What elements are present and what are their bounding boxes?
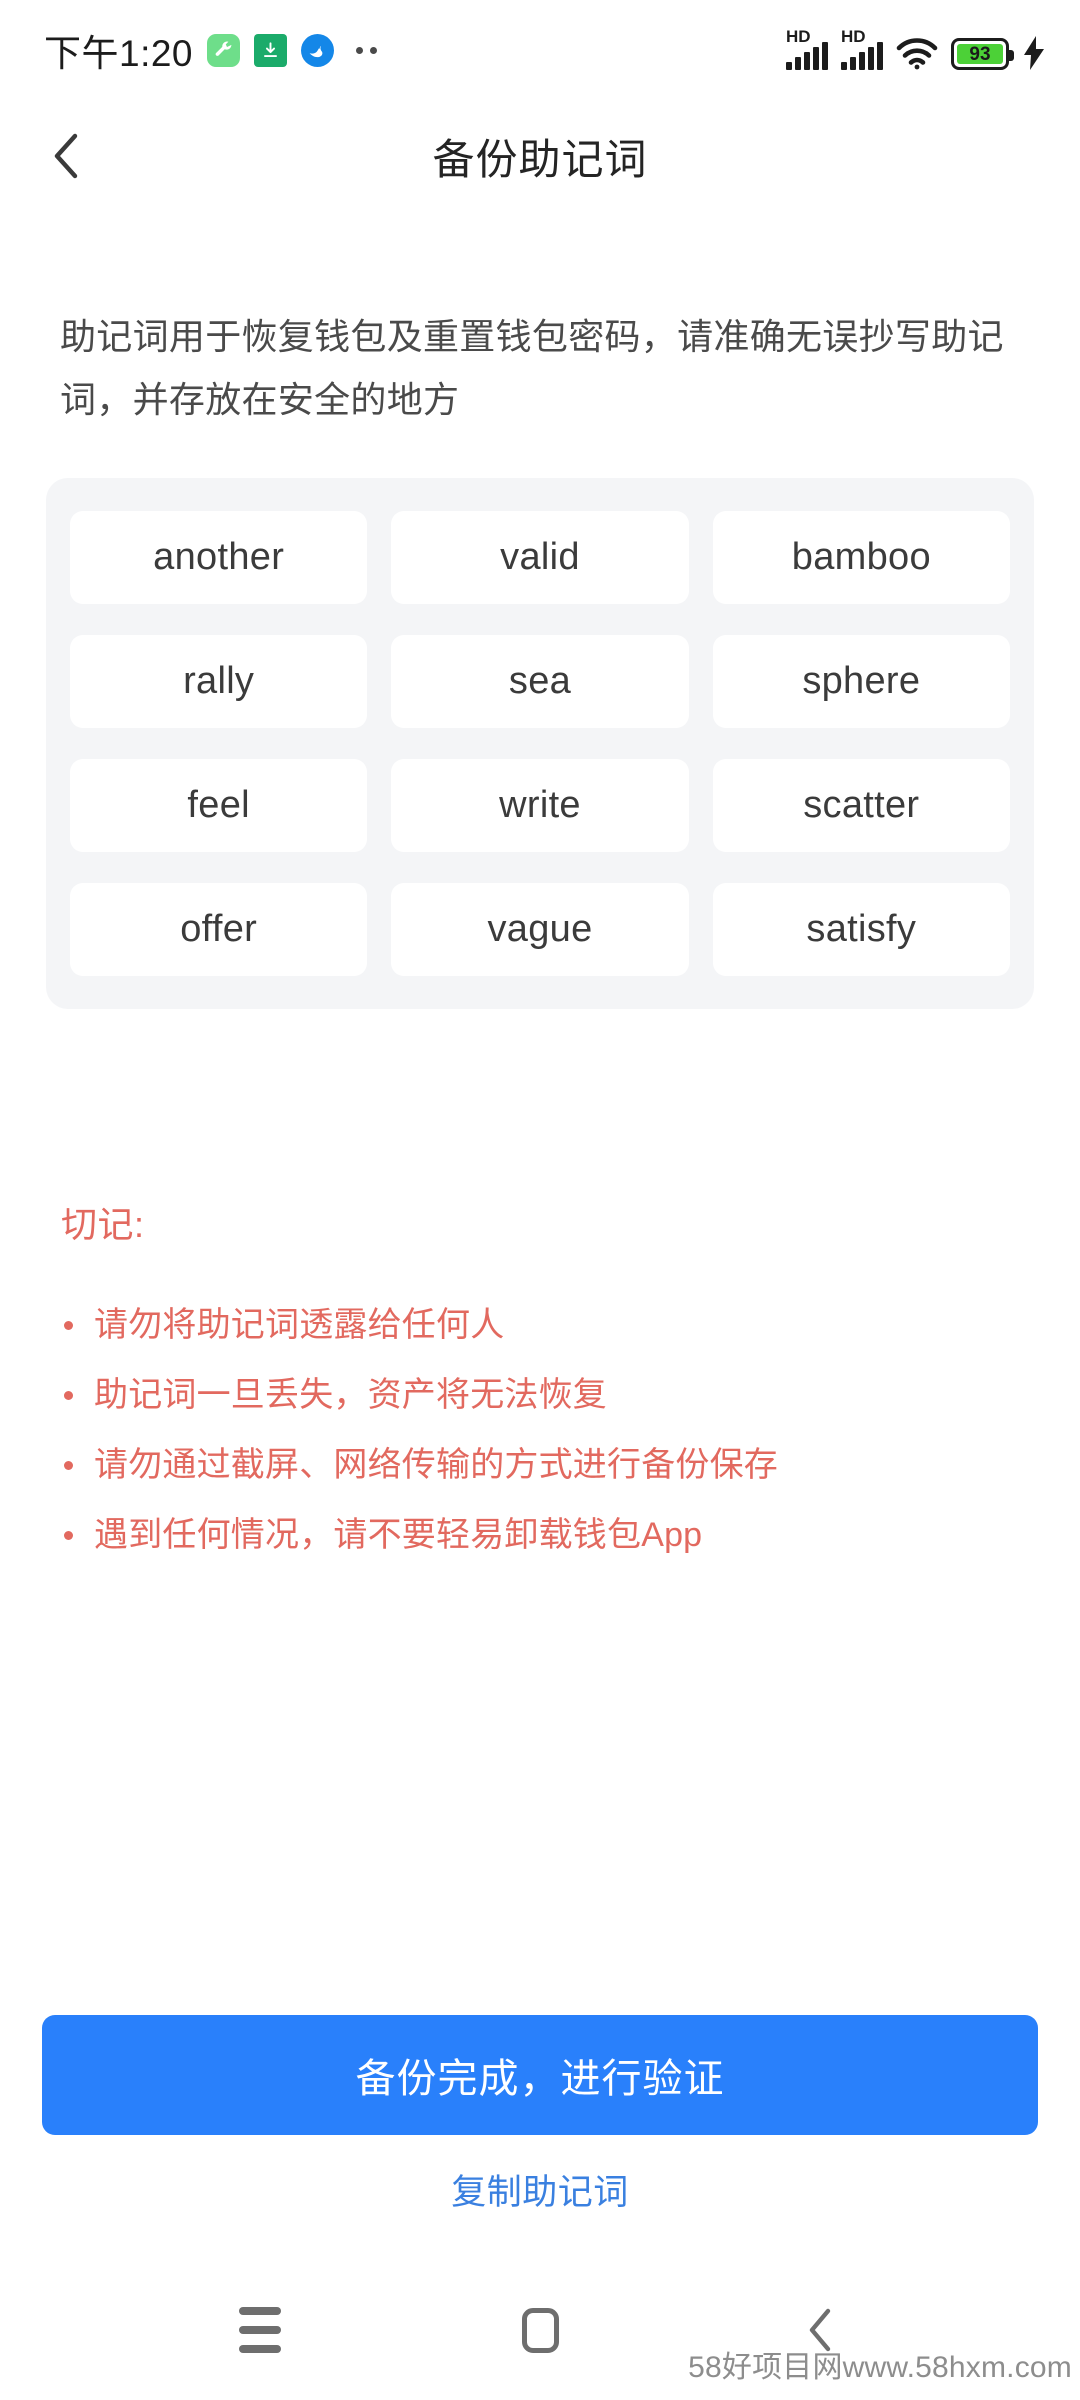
status-bar-right: HD HD 93	[786, 27, 1046, 70]
warning-text: 助记词一旦丢失，资产将无法恢复	[94, 1376, 607, 1414]
mnemonic-word: satisfy	[712, 883, 1010, 976]
hd-label-sim2: HD	[841, 27, 866, 46]
warning-list-item: 请勿通过截屏、网络传输的方式进行备份保存	[61, 1442, 1021, 1489]
wrench-icon	[207, 33, 241, 67]
nav-recents-button[interactable]	[205, 2275, 315, 2385]
status-bar-left: 下午1:20	[44, 23, 378, 77]
charging-bolt-icon	[1022, 36, 1046, 70]
bird-icon	[301, 33, 335, 67]
watermark-text: 58好项目网www.58hxm.com	[688, 2351, 1072, 2384]
mnemonic-word: write	[391, 759, 689, 852]
phone-screen: 下午1:20 HD HD 93 备份助记词 助记词用于恢复钱包及重置钱包密码，请…	[0, 0, 1080, 2400]
app-bar: 备份助记词	[0, 100, 1080, 212]
copy-mnemonic-link[interactable]: 复制助记词	[0, 2164, 1080, 2215]
square-icon	[521, 2307, 559, 2353]
page-title: 备份助记词	[432, 135, 648, 183]
wifi-icon	[896, 36, 938, 70]
warning-text: 请勿将助记词透露给任何人	[94, 1306, 505, 1344]
bullet-icon	[64, 1321, 73, 1330]
warning-list-item: 助记词一旦丢失，资产将无法恢复	[61, 1372, 1021, 1419]
battery-percent: 93	[957, 44, 1003, 64]
warning-text: 遇到任何情况，请不要轻易卸载钱包App	[94, 1516, 703, 1554]
mnemonic-word: rally	[70, 635, 368, 728]
mnemonic-word: feel	[70, 759, 368, 852]
warning-text: 请勿通过截屏、网络传输的方式进行备份保存	[94, 1446, 778, 1484]
status-time: 下午1:20	[44, 33, 194, 74]
warning-heading: 切记:	[61, 1204, 145, 1245]
signal-bars-sim2-icon: HD	[841, 27, 883, 70]
hd-label-sim1: HD	[786, 27, 811, 46]
warning-list-item: 请勿将助记词透露给任何人	[61, 1302, 1021, 1349]
mnemonic-word: offer	[70, 883, 368, 976]
download-icon	[254, 33, 288, 67]
description-text: 助记词用于恢复钱包及重置钱包密码，请准确无误抄写助记词，并存放在安全的地方	[60, 316, 1004, 420]
status-bar: 下午1:20 HD HD 93	[0, 0, 1080, 100]
confirm-backup-button[interactable]: 备份完成，进行验证	[42, 2015, 1038, 2135]
hamburger-icon	[239, 2307, 281, 2353]
mnemonic-word: vague	[391, 883, 689, 976]
bullet-icon	[64, 1391, 73, 1400]
mnemonic-word: scatter	[712, 759, 1010, 852]
back-button[interactable]	[28, 118, 104, 194]
mnemonic-word: bamboo	[712, 511, 1010, 604]
chevron-left-icon	[53, 133, 79, 179]
bullet-icon	[64, 1461, 73, 1470]
mnemonic-word-grid: another valid bamboo rally sea sphere fe…	[46, 478, 1034, 1009]
mnemonic-word: sea	[391, 635, 689, 728]
nav-home-button[interactable]	[485, 2275, 595, 2385]
warning-list: 请勿将助记词透露给任何人 助记词一旦丢失，资产将无法恢复 请勿通过截屏、网络传输…	[61, 1302, 1021, 1582]
battery-icon: 93	[951, 38, 1014, 70]
mnemonic-word: another	[70, 511, 368, 604]
notification-overflow-dots	[356, 46, 378, 54]
mnemonic-word: sphere	[712, 635, 1010, 728]
warning-list-item: 遇到任何情况，请不要轻易卸载钱包App	[61, 1512, 1021, 1559]
bullet-icon	[64, 1531, 73, 1540]
mnemonic-word: valid	[391, 511, 689, 604]
signal-bars-sim1-icon: HD	[786, 27, 828, 70]
